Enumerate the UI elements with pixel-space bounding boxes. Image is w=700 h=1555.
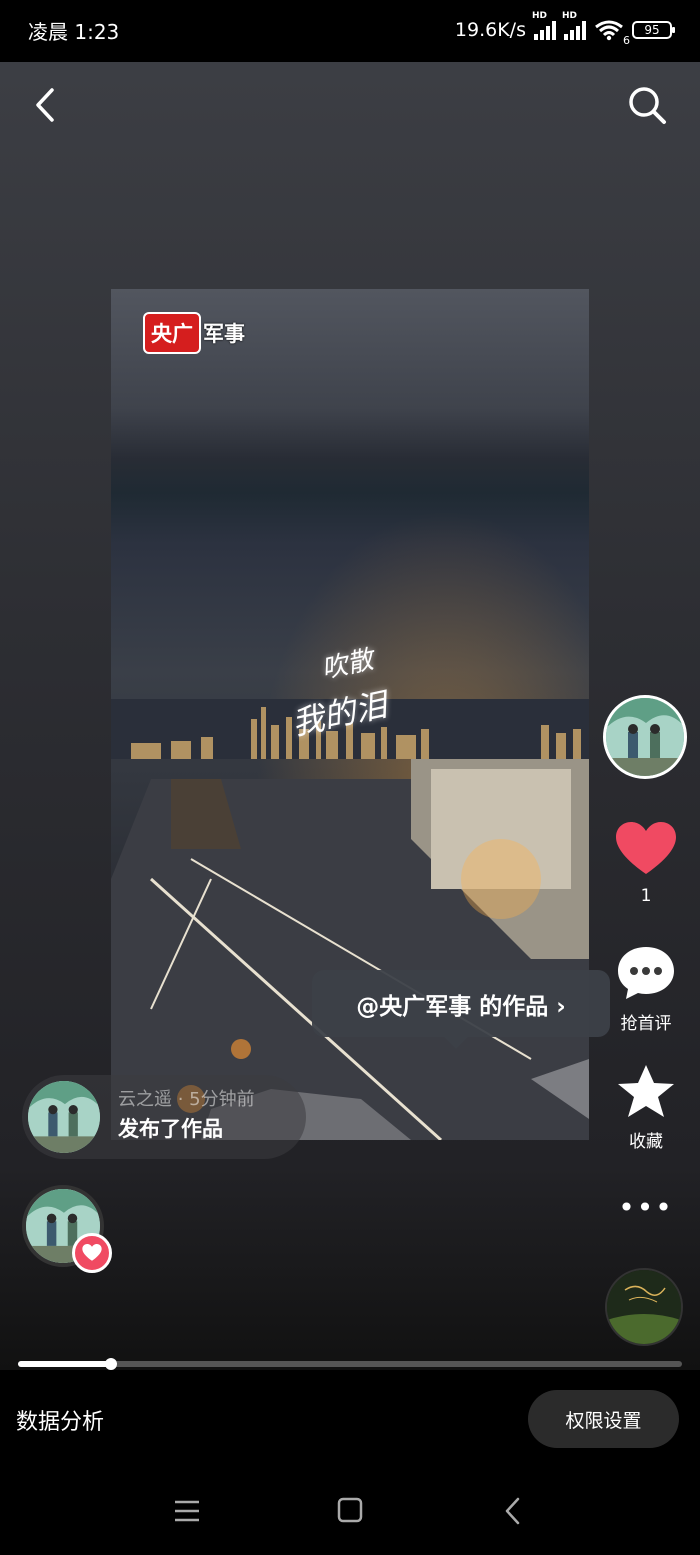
source-work-text: @央广军事 的作品 › bbox=[356, 993, 566, 1020]
music-disc[interactable] bbox=[605, 1268, 683, 1346]
chevron-left-icon bbox=[505, 1497, 520, 1525]
menu-icon bbox=[175, 1500, 199, 1522]
heart-icon bbox=[82, 1244, 102, 1261]
notification-avatar bbox=[28, 1081, 100, 1153]
permission-settings-label: 权限设置 bbox=[565, 1409, 642, 1432]
network-speed: 19.6K/s bbox=[454, 19, 526, 41]
source-work-tooltip[interactable]: @央广军事 的作品 › bbox=[312, 970, 610, 1049]
square-home-icon bbox=[337, 1497, 363, 1523]
comment-button[interactable]: 抢首评 bbox=[606, 945, 686, 1034]
music-cover-image bbox=[607, 1270, 681, 1344]
recent-apps-button[interactable] bbox=[172, 1498, 202, 1524]
signal-hd-label: HD bbox=[562, 11, 578, 21]
avatar-image bbox=[606, 698, 684, 776]
data-analysis-link[interactable]: 数据分析 bbox=[16, 1404, 104, 1436]
cell-signal-icon: HD bbox=[562, 11, 586, 40]
progress-fill bbox=[18, 1361, 111, 1367]
chevron-left-icon bbox=[36, 88, 54, 122]
home-button[interactable] bbox=[336, 1496, 364, 1524]
author-avatar[interactable] bbox=[603, 695, 687, 779]
comment-label: 抢首评 bbox=[620, 1014, 672, 1034]
channel-logo: 央广 军事 bbox=[143, 312, 245, 354]
like-count: 1 bbox=[640, 886, 652, 906]
video-player-screen: 凌晨 1:23 19.6K/s HD HD 6 95 央广 军事 吹散 我的泪 … bbox=[0, 0, 700, 1555]
channel-logo-text: 军事 bbox=[203, 322, 245, 346]
cell-signal-icon: HD bbox=[532, 11, 556, 40]
comment-bubble-icon bbox=[618, 947, 674, 999]
like-button[interactable]: 1 bbox=[606, 822, 686, 906]
battery-icon: 95 bbox=[632, 21, 675, 39]
video-progress-bar[interactable] bbox=[18, 1358, 682, 1370]
status-indicators: 19.6K/s HD HD 6 95 bbox=[454, 11, 675, 47]
back-button[interactable] bbox=[28, 84, 68, 128]
notification-meta: 云之遥 · 5分钟前 bbox=[118, 1089, 255, 1110]
notification-action: 发布了作品 bbox=[118, 1117, 223, 1141]
lyric-line-1: 吹散 bbox=[318, 644, 377, 686]
more-button[interactable]: ••• bbox=[606, 1190, 686, 1226]
favorite-label: 收藏 bbox=[629, 1132, 663, 1152]
search-button[interactable] bbox=[626, 84, 670, 128]
wifi-icon: 6 bbox=[594, 19, 630, 47]
more-dots-icon: ••• bbox=[618, 1191, 674, 1224]
status-bar: 凌晨 1:23 19.6K/s HD HD 6 95 bbox=[0, 0, 700, 62]
system-back-button[interactable] bbox=[500, 1496, 526, 1526]
heart-icon bbox=[616, 822, 676, 874]
favorite-button[interactable]: 收藏 bbox=[606, 1063, 686, 1152]
publish-notification[interactable]: 云之遥 · 5分钟前 发布了作品 bbox=[22, 1075, 306, 1159]
search-icon bbox=[629, 87, 666, 124]
star-icon bbox=[618, 1065, 674, 1117]
liked-badge[interactable] bbox=[72, 1233, 112, 1273]
status-time: 凌晨 1:23 bbox=[28, 20, 120, 44]
channel-logo-badge: 央广 bbox=[143, 312, 201, 354]
wifi-label: 6 bbox=[623, 34, 630, 47]
permission-settings-button[interactable]: 权限设置 bbox=[528, 1390, 679, 1448]
battery-level: 95 bbox=[644, 23, 660, 37]
signal-hd-label: HD bbox=[532, 11, 548, 21]
progress-knob[interactable] bbox=[104, 1358, 117, 1370]
